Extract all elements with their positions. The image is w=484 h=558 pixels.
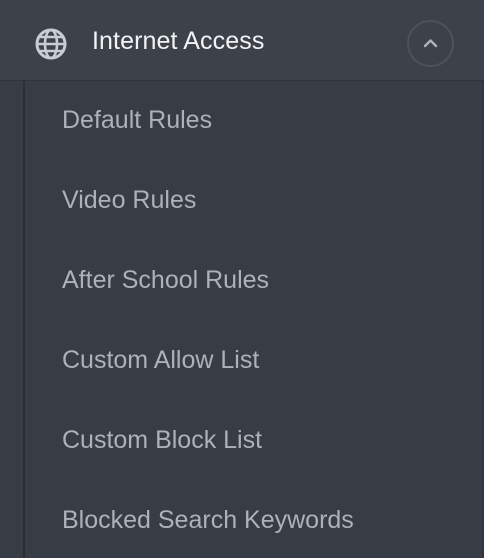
menu-title: Internet Access <box>92 27 265 55</box>
submenu-item-custom-block-list[interactable]: Custom Block List <box>62 423 262 457</box>
internet-access-submenu: Default Rules Video Rules After School R… <box>0 81 484 558</box>
submenu-item-custom-allow-list[interactable]: Custom Allow List <box>62 343 259 377</box>
sidebar: Internet Access Default Rules Video Rule… <box>0 0 484 558</box>
chevron-up-icon <box>423 39 438 48</box>
submenu-item-blocked-search-keywords[interactable]: Blocked Search Keywords <box>62 503 354 537</box>
submenu-item-after-school-rules[interactable]: After School Rules <box>62 263 269 297</box>
submenu-item-video-rules[interactable]: Video Rules <box>62 183 196 217</box>
globe-icon <box>34 27 68 61</box>
collapse-button[interactable] <box>407 20 454 67</box>
submenu-rail <box>23 81 25 558</box>
submenu-item-default-rules[interactable]: Default Rules <box>62 103 212 137</box>
internet-access-menu-header[interactable]: Internet Access <box>0 0 484 81</box>
